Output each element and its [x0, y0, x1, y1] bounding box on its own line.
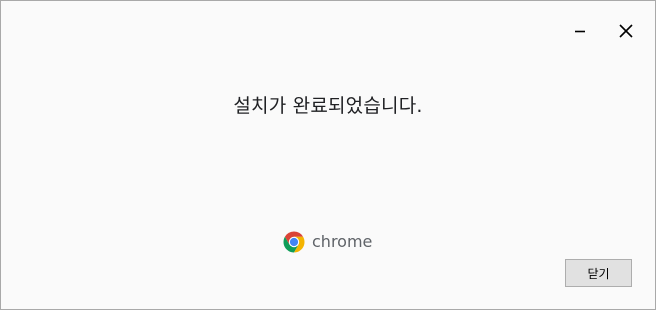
- chrome-logo-icon: [282, 230, 306, 254]
- close-button[interactable]: 닫기: [565, 259, 632, 287]
- chrome-wordmark: chrome: [312, 232, 373, 251]
- close-window-button[interactable]: [609, 15, 643, 47]
- title-bar: [1, 1, 655, 59]
- close-icon: [609, 15, 643, 47]
- installer-dialog: 설치가 완료되었습니다. chrome 닫기: [0, 0, 656, 310]
- completion-message: 설치가 완료되었습니다.: [233, 95, 423, 117]
- minimize-icon: [563, 15, 597, 47]
- chrome-branding: chrome: [282, 229, 372, 255]
- minimize-button[interactable]: [563, 15, 597, 47]
